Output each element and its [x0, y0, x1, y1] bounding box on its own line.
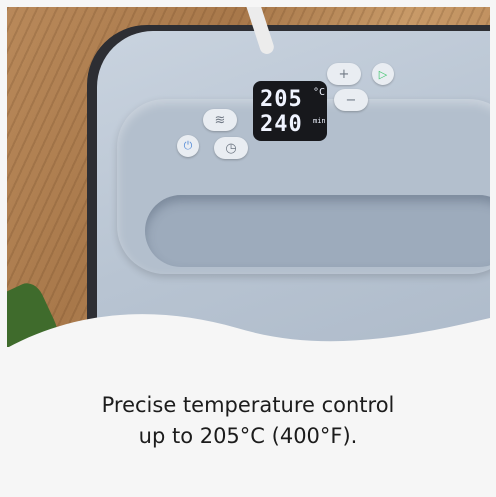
product-photo: ⏻ ≋ ◷ 205 °C 240 min + − ▷ — [7, 7, 490, 347]
temperature-readout: 205 — [260, 87, 303, 112]
heat-mode-button[interactable]: ≋ — [203, 109, 237, 131]
handle-grip-slot — [145, 195, 490, 267]
power-button[interactable]: ⏻ — [177, 135, 199, 157]
increase-button[interactable]: + — [327, 63, 361, 85]
caption-text: Precise temperature control up to 205°C … — [0, 390, 496, 452]
image-frame: ⏻ ≋ ◷ 205 °C 240 min + − ▷ Precise tempe… — [0, 0, 496, 497]
start-button[interactable]: ▷ — [372, 63, 394, 85]
time-readout: 240 — [260, 112, 303, 137]
power-icon: ⏻ — [183, 139, 193, 152]
plus-icon: + — [338, 66, 350, 82]
lcd-display: 205 °C 240 min — [253, 81, 327, 141]
time-unit: min — [313, 117, 326, 125]
heat-icon: ≋ — [214, 112, 226, 128]
timer-icon: ◷ — [225, 140, 237, 156]
caption-line-1: Precise temperature control — [101, 393, 395, 417]
timer-button[interactable]: ◷ — [214, 137, 248, 159]
minus-icon: − — [345, 92, 357, 108]
decrease-button[interactable]: − — [334, 89, 368, 111]
caption-line-2: up to 205°C (400°F). — [138, 424, 358, 448]
temperature-unit: °C — [313, 87, 326, 98]
play-icon: ▷ — [378, 67, 388, 81]
